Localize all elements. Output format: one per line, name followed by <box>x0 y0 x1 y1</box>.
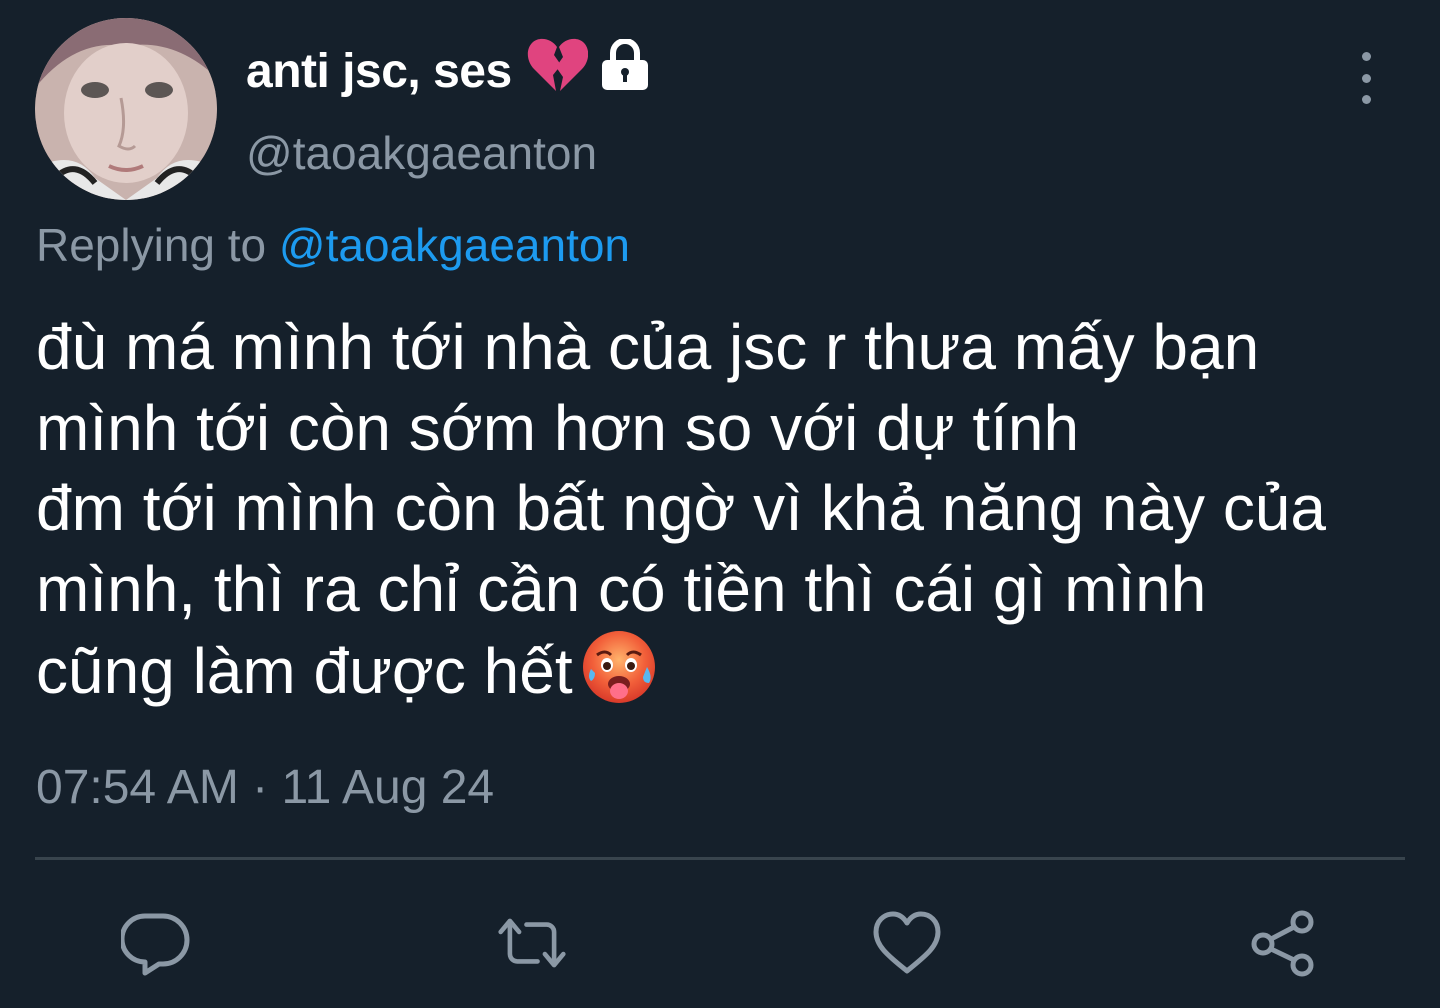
menu-dot <box>1361 73 1371 83</box>
tweet-timestamp: 07:54 AM · 11 Aug 24 <box>36 761 495 814</box>
tweet-text: đù má mình tới nhà của jsc r thưa mấy bạ… <box>36 311 1326 707</box>
like-button[interactable] <box>872 908 942 978</box>
retweet-button[interactable] <box>497 908 567 978</box>
share-icon <box>1251 910 1314 977</box>
avatar[interactable] <box>35 18 217 200</box>
retweet-icon <box>498 918 566 968</box>
menu-dot <box>1361 95 1371 104</box>
display-name-row[interactable]: anti jsc, ses <box>246 37 650 105</box>
avatar-image <box>35 18 217 200</box>
user-handle[interactable]: @taoakgaeanton <box>246 126 597 180</box>
broken-heart-icon <box>526 37 588 105</box>
tweet-text-block: đù má mình tới nhà của jsc r thưa mấy bạ… <box>36 307 1426 724</box>
share-button[interactable] <box>1248 908 1318 978</box>
like-icon <box>873 911 941 974</box>
replying-prefix: Replying to <box>36 219 267 271</box>
lock-icon <box>600 38 650 103</box>
menu-dot <box>1361 52 1371 61</box>
reply-button[interactable] <box>121 908 191 978</box>
reply-icon <box>121 913 190 976</box>
replying-to: Replying to @taoakgaeanton <box>36 218 630 272</box>
replying-mention-link[interactable]: @taoakgaeanton <box>279 219 630 271</box>
more-options-icon[interactable] <box>1352 52 1380 104</box>
divider <box>35 857 1405 860</box>
display-name[interactable]: anti jsc, ses <box>246 44 512 99</box>
hot-face-icon <box>581 629 657 724</box>
